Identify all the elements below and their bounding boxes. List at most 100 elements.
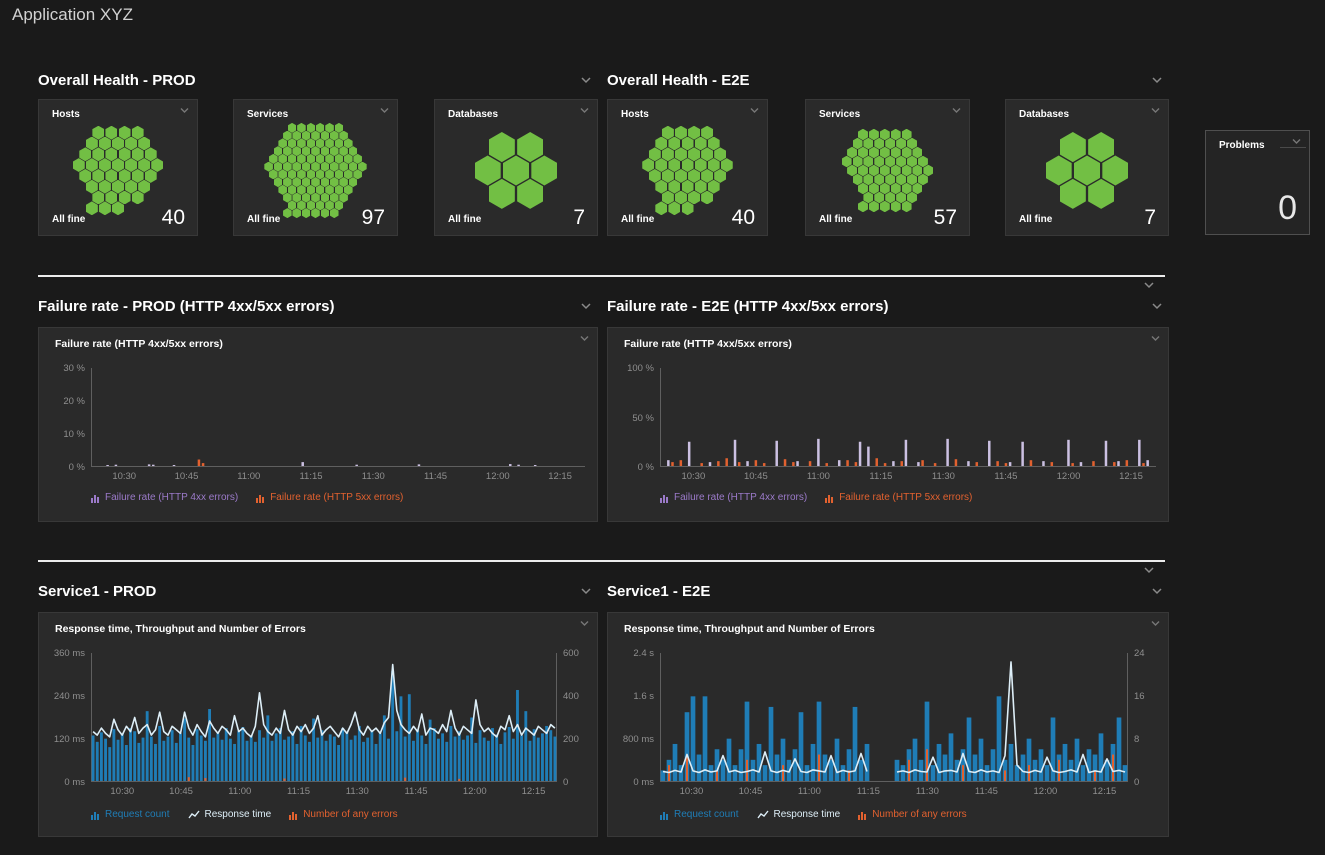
chart-tile-service-e2e[interactable]: Response time, Throughput and Number of … <box>607 612 1169 837</box>
chart-tile-failure-prod[interactable]: Failure rate (HTTP 4xx/5xx errors) Failu… <box>38 327 598 522</box>
hexagon-healthy <box>311 146 320 156</box>
hexagon-healthy <box>316 154 325 164</box>
hexagon-healthy <box>86 201 98 215</box>
x-axis-tick: 11:00 <box>227 471 271 482</box>
chevron-down-icon[interactable] <box>179 107 190 114</box>
chevron-down-icon[interactable] <box>1151 302 1163 310</box>
legend-label: Failure rate (HTTP 5xx errors) <box>270 492 403 503</box>
chevron-down-icon[interactable] <box>1143 566 1155 574</box>
chevron-down-icon[interactable] <box>1291 138 1302 145</box>
hexagon-healthy <box>907 156 917 168</box>
hexagon-healthy <box>344 185 353 195</box>
hexagon-healthy <box>335 138 344 148</box>
chevron-down-icon[interactable] <box>1143 281 1155 289</box>
health-tile-services-e2e[interactable]: Services All fine 57 <box>805 99 970 236</box>
hexagon-healthy <box>92 147 104 161</box>
legend-item-response-time[interactable]: Response time <box>188 809 272 820</box>
hexagon-healthy <box>853 138 863 150</box>
legend-item-any-errors[interactable]: Number of any errors <box>289 809 397 820</box>
chart-tile-failure-e2e[interactable]: Failure rate (HTTP 4xx/5xx errors) Failu… <box>607 327 1169 522</box>
health-tile-databases-e2e[interactable]: Databases All fine 7 <box>1005 99 1169 236</box>
x-axis-tick: 11:30 <box>905 786 949 797</box>
chevron-down-icon[interactable] <box>579 620 590 627</box>
x-axis-tick: 11:00 <box>218 786 262 797</box>
legend-item-4xx[interactable]: Failure rate (HTTP 4xx errors) <box>91 492 238 503</box>
hexagon-healthy <box>145 169 157 183</box>
chevron-down-icon[interactable] <box>1150 620 1161 627</box>
chevron-down-icon[interactable] <box>580 587 592 595</box>
honeycomb-hosts <box>39 122 197 219</box>
health-tile-hosts-prod[interactable]: Hosts All fine 40 <box>38 99 198 236</box>
hexagon-healthy <box>695 137 707 151</box>
hexagon-healthy <box>912 165 922 177</box>
hexagon-healthy <box>316 200 325 210</box>
chevron-down-icon[interactable] <box>749 107 760 114</box>
chevron-down-icon[interactable] <box>579 335 590 342</box>
status-text: All fine <box>819 214 852 225</box>
entity-count: 7 <box>1144 206 1156 230</box>
problems-tile[interactable]: Problems 0 <box>1205 130 1310 235</box>
x-axis-tick: 10:30 <box>671 471 715 482</box>
hexagon-healthy <box>682 158 694 172</box>
hexagon-healthy <box>119 191 131 205</box>
legend-label: Number of any errors <box>872 809 966 820</box>
legend-item-any-errors[interactable]: Number of any errors <box>858 809 966 820</box>
hexagon-healthy <box>701 147 713 161</box>
failure-rate-plot <box>91 368 585 467</box>
x-axis-tick: 11:30 <box>921 471 965 482</box>
chevron-down-icon[interactable] <box>379 107 390 114</box>
chart-tile-service-prod[interactable]: Response time, Throughput and Number of … <box>38 612 598 837</box>
hexagon-healthy <box>891 183 901 195</box>
hexagon-healthy <box>73 158 85 172</box>
hexagon-healthy <box>1102 155 1128 185</box>
hexagon-healthy <box>112 137 124 151</box>
hexagon-healthy <box>307 154 316 164</box>
hexagon-healthy <box>847 165 857 177</box>
chevron-down-icon[interactable] <box>1150 335 1161 342</box>
legend-item-5xx[interactable]: Failure rate (HTTP 5xx errors) <box>256 492 403 503</box>
hexagon-healthy <box>649 147 661 161</box>
legend-item-4xx[interactable]: Failure rate (HTTP 4xx errors) <box>660 492 807 503</box>
hexagon-healthy <box>902 129 912 141</box>
hexagon-healthy <box>311 208 320 218</box>
hexagon-healthy <box>721 158 733 172</box>
hexagon-healthy <box>297 138 306 148</box>
health-tile-services-prod[interactable]: Services All fine 97 <box>233 99 398 236</box>
chevron-down-icon[interactable] <box>580 76 592 84</box>
y-axis-tick: 0 % <box>43 462 85 473</box>
section-title: Overall Health - PROD <box>38 72 196 89</box>
hexagon-healthy <box>923 165 933 177</box>
hexagon-healthy <box>269 169 278 179</box>
y-axis-tick: 0 <box>563 777 593 788</box>
hexagon-healthy <box>907 174 917 186</box>
health-tile-databases-prod[interactable]: Databases All fine 7 <box>434 99 598 236</box>
hexagon-healthy <box>349 146 358 156</box>
hexagon-healthy <box>358 162 367 172</box>
legend-item-request-count[interactable]: Request count <box>91 809 170 820</box>
hexagon-healthy <box>708 158 720 172</box>
hexagon-healthy <box>912 147 922 159</box>
hexagon-healthy <box>695 158 707 172</box>
entity-count: 57 <box>934 206 957 230</box>
y-axis-tick: 0 ms <box>612 777 654 788</box>
x-axis-tick: 11:15 <box>859 471 903 482</box>
legend-item-5xx[interactable]: Failure rate (HTTP 5xx errors) <box>825 492 972 503</box>
chevron-down-icon[interactable] <box>580 302 592 310</box>
chart-legend: Failure rate (HTTP 4xx errors) Failure r… <box>660 492 972 503</box>
hexagon-healthy <box>125 180 137 194</box>
chevron-down-icon[interactable] <box>951 107 962 114</box>
chevron-down-icon[interactable] <box>579 107 590 114</box>
hexagon-healthy <box>885 138 895 150</box>
hexagon-healthy <box>675 191 687 205</box>
hexagon-healthy <box>339 193 348 203</box>
health-tile-hosts-e2e[interactable]: Hosts All fine 40 <box>607 99 768 236</box>
legend-item-response-time[interactable]: Response time <box>757 809 841 820</box>
line-chart-icon <box>757 810 769 820</box>
chevron-down-icon[interactable] <box>1150 107 1161 114</box>
legend-item-request-count[interactable]: Request count <box>660 809 739 820</box>
status-text: All fine <box>52 214 85 225</box>
hexagon-healthy <box>853 156 863 168</box>
x-axis-tick: 12:00 <box>1046 471 1090 482</box>
chevron-down-icon[interactable] <box>1151 76 1163 84</box>
chevron-down-icon[interactable] <box>1151 587 1163 595</box>
